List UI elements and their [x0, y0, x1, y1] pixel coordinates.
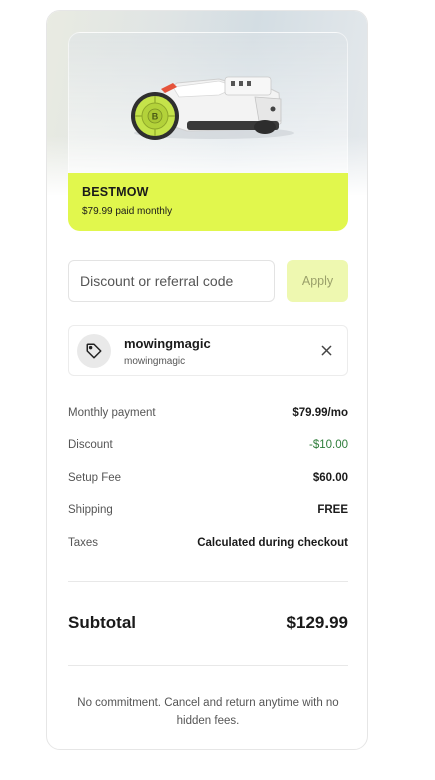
product-image: B [68, 32, 348, 173]
apply-button[interactable]: Apply [287, 260, 348, 302]
divider [68, 581, 348, 582]
subtotal-value: $129.99 [286, 613, 348, 632]
product-card: B BESTMOW $79.99 paid monthly [68, 32, 348, 231]
close-icon[interactable] [318, 342, 334, 358]
commitment-note: No commitment. Cancel and return anytime… [77, 697, 339, 727]
summary-row-shipping: Shipping FREE [68, 502, 348, 518]
robot-mower-illustration: B [131, 76, 294, 140]
applied-discount-chip: mowingmagic mowingmagic [68, 325, 348, 376]
summary-value: Calculated during checkout [197, 537, 348, 549]
summary-row-setup-fee: Setup Fee $60.00 [68, 470, 348, 486]
summary-row-monthly-payment: Monthly payment $79.99/mo [68, 405, 348, 421]
subtotal-label: Subtotal [68, 613, 136, 632]
summary-label: Setup Fee [68, 472, 122, 484]
applied-code-title: mowingmagic [124, 336, 211, 351]
summary-value: $79.99/mo [292, 407, 348, 419]
applied-code-subtitle: mowingmagic [124, 356, 186, 367]
summary-label: Shipping [68, 504, 113, 516]
subtotal-row: Subtotal $129.99 [68, 611, 348, 635]
summary-value: $60.00 [312, 472, 348, 484]
summary-label: Monthly payment [68, 407, 156, 419]
wheel-badge-text: B [152, 112, 159, 122]
summary-row-discount: Discount -$10.00 [68, 437, 348, 453]
summary-row-taxes: Taxes Calculated during checkout [68, 535, 348, 551]
summary-label: Taxes [68, 537, 99, 549]
summary-label: Discount [68, 439, 113, 451]
order-summary-card: B BESTMOW $79.99 paid monthly Apply [46, 10, 368, 750]
plan-banner: BESTMOW $79.99 paid monthly [68, 173, 348, 231]
divider [68, 665, 348, 666]
product-name: BESTMOW [82, 185, 149, 199]
discount-code-input[interactable] [68, 260, 275, 302]
summary-value: -$10.00 [308, 439, 348, 451]
product-price: $79.99 paid monthly [82, 206, 173, 217]
tag-icon [77, 334, 111, 368]
summary-value: FREE [317, 504, 348, 516]
